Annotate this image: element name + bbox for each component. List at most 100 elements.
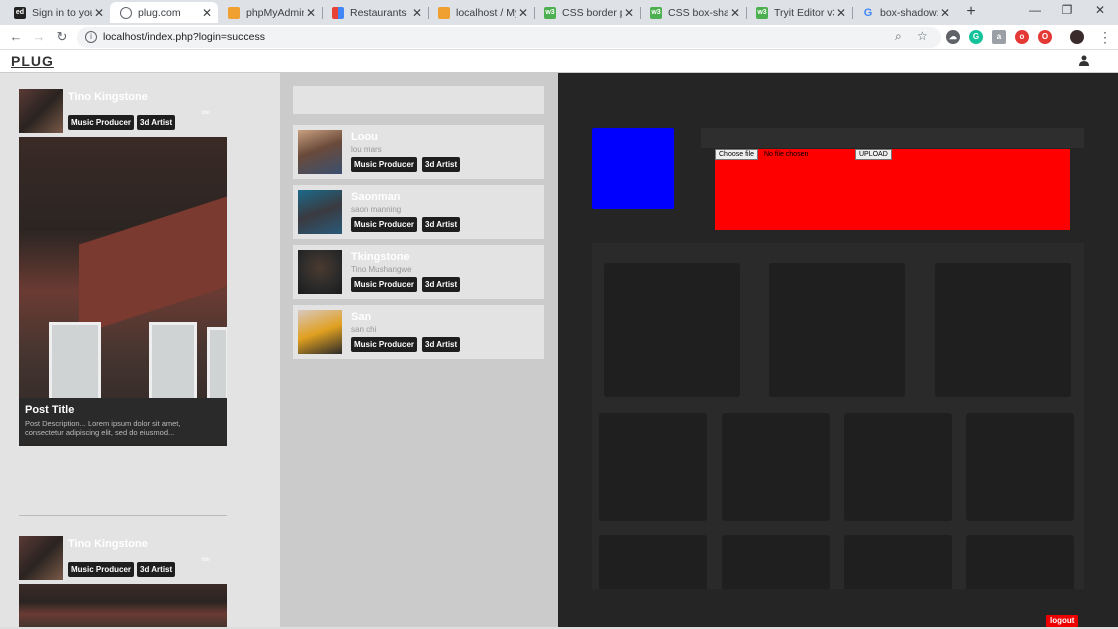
reload-button[interactable]: ↻ (54, 29, 70, 45)
post-description: Post Description... Lorem ipsum dolor si… (25, 419, 181, 437)
badge-music-producer: Music Producer (351, 337, 418, 352)
close-tab-icon[interactable]: ✕ (622, 6, 636, 20)
user-name[interactable]: Loou (351, 131, 378, 143)
user-icon[interactable] (1079, 55, 1089, 66)
bookmark-star-icon[interactable]: ☆ (917, 29, 928, 43)
tab-css-box-shadow[interactable]: w3 CSS box-shado ✕ (640, 2, 746, 23)
red-extension-icon[interactable]: o (1015, 30, 1029, 44)
profile-panel: Choose file No file chosen UPLOAD logout (558, 73, 1118, 629)
badge-3d-artist: 3d Artist (422, 217, 461, 232)
post-author: Tino Kingstone title Music Producer 3d A… (19, 89, 227, 133)
w3schools-icon: w3 (544, 6, 556, 19)
feed-divider (19, 515, 227, 516)
badge-music-producer: Music Producer (351, 217, 418, 232)
cloud-extension-icon[interactable]: ☁ (946, 30, 960, 44)
author-title: title (202, 110, 210, 116)
user-card[interactable]: Saonman saon manning Music Producer 3d A… (293, 185, 544, 239)
badge-3d-artist: 3d Artist (422, 157, 461, 172)
phpmyadmin-icon (438, 6, 450, 19)
user-badges: Music Producer 3d Artist (351, 157, 461, 172)
close-window-button[interactable]: ✕ (1092, 3, 1108, 17)
post-body: Post Title Post Description... Lorem ips… (19, 398, 227, 444)
user-card[interactable]: Tkingstone Tino Mushangwe Music Producer… (293, 245, 544, 299)
choose-file-button[interactable]: Choose file (715, 149, 759, 160)
gallery-tile[interactable] (935, 263, 1071, 397)
user-badges: Music Producer 3d Artist (351, 277, 461, 292)
upload-area (715, 149, 1070, 230)
author-title: title (202, 557, 210, 563)
gallery-tile[interactable] (604, 263, 740, 397)
author-name[interactable]: Tino Kingstone (68, 538, 148, 550)
user-name[interactable]: Saonman (351, 191, 401, 203)
gallery-tile[interactable] (599, 535, 707, 589)
address-bar[interactable]: i localhost/index.php?login=success ⌕ ☆ (77, 27, 941, 48)
avatar[interactable] (19, 536, 63, 580)
gallery-tile[interactable] (769, 263, 905, 397)
maps-icon (332, 6, 344, 19)
tab-box-shadow-search[interactable]: G box-shadow: 1 ✕ (852, 2, 956, 23)
opera-extension-icon[interactable]: O (1038, 30, 1052, 44)
post-feed: Tino Kingstone title Music Producer 3d A… (0, 73, 280, 629)
author-badges: Music Producer 3d Artist (68, 562, 176, 577)
post-title[interactable]: Post Title (25, 404, 221, 416)
tab-localhost[interactable]: localhost / My ✕ (428, 2, 534, 23)
badge-music-producer: Music Producer (68, 562, 135, 577)
post-author: Tino Kingstone title Music Producer 3d A… (19, 536, 227, 580)
gallery-tile[interactable] (844, 535, 952, 589)
forward-button[interactable]: → (31, 29, 47, 44)
close-tab-icon[interactable]: ✕ (304, 6, 318, 20)
user-card[interactable]: San san chi Music Producer 3d Artist (293, 305, 544, 359)
site-logo[interactable]: PLUG (11, 53, 54, 69)
info-icon[interactable]: i (85, 31, 97, 43)
badge-3d-artist: 3d Artist (422, 337, 461, 352)
browser-menu-icon[interactable]: ⋮ (1098, 29, 1112, 46)
close-tab-icon[interactable]: ✕ (516, 6, 530, 20)
post-image[interactable] (19, 584, 227, 629)
grammarly-extension-icon[interactable]: G (969, 30, 983, 44)
gallery-tile[interactable] (722, 535, 830, 589)
user-name[interactable]: San (351, 311, 371, 323)
profile-picture-placeholder (592, 128, 674, 209)
close-tab-icon[interactable]: ✕ (410, 6, 424, 20)
extension-icon[interactable]: a (992, 30, 1006, 44)
close-tab-icon[interactable]: ✕ (938, 6, 952, 20)
close-tab-icon[interactable]: ✕ (92, 6, 106, 20)
tab-plug[interactable]: plug.com ✕ (110, 2, 218, 23)
gallery-tile[interactable] (599, 413, 707, 521)
tab-css-border[interactable]: w3 CSS border pro ✕ (534, 2, 640, 23)
tab-sign-in[interactable]: ed Sign in to your ✕ (4, 2, 110, 23)
gallery-tile[interactable] (722, 413, 830, 521)
gallery-tile[interactable] (844, 413, 952, 521)
author-name[interactable]: Tino Kingstone (68, 91, 148, 103)
user-card[interactable]: Loou lou mars Music Producer 3d Artist (293, 125, 544, 179)
avatar[interactable] (19, 89, 63, 133)
edx-icon: ed (14, 6, 26, 19)
avatar[interactable] (298, 250, 342, 294)
close-tab-icon[interactable]: ✕ (834, 6, 848, 20)
gallery-tile[interactable] (966, 413, 1074, 521)
user-handle: san chi (351, 325, 377, 334)
close-tab-icon[interactable]: ✕ (728, 6, 742, 20)
user-badges: Music Producer 3d Artist (351, 337, 461, 352)
logout-button[interactable]: logout (1046, 615, 1079, 627)
profile-avatar[interactable] (1070, 30, 1084, 44)
search-input[interactable] (293, 86, 544, 114)
gallery-tile[interactable] (966, 535, 1074, 589)
back-button[interactable]: ← (8, 29, 24, 44)
new-tab-button[interactable]: + (963, 3, 979, 21)
avatar[interactable] (298, 190, 342, 234)
tab-restaurants[interactable]: Restaurants an ✕ (322, 2, 428, 23)
zoom-icon[interactable]: ⌕ (895, 29, 902, 44)
avatar[interactable] (298, 130, 342, 174)
upload-button[interactable]: UPLOAD (855, 149, 892, 160)
minimize-button[interactable]: — (1027, 3, 1043, 17)
user-name[interactable]: Tkingstone (351, 251, 410, 263)
badge-music-producer: Music Producer (351, 277, 418, 292)
close-tab-icon[interactable]: ✕ (200, 6, 214, 20)
avatar[interactable] (298, 310, 342, 354)
tab-tryit-editor[interactable]: w3 Tryit Editor v3.6 ✕ (746, 2, 852, 23)
post-card: Tino Kingstone title Music Producer 3d A… (19, 536, 227, 629)
restore-button[interactable]: ❐ (1059, 3, 1075, 17)
w3schools-icon: w3 (756, 6, 768, 19)
tab-phpmyadmin[interactable]: phpMyAdmin ✕ (218, 2, 322, 23)
